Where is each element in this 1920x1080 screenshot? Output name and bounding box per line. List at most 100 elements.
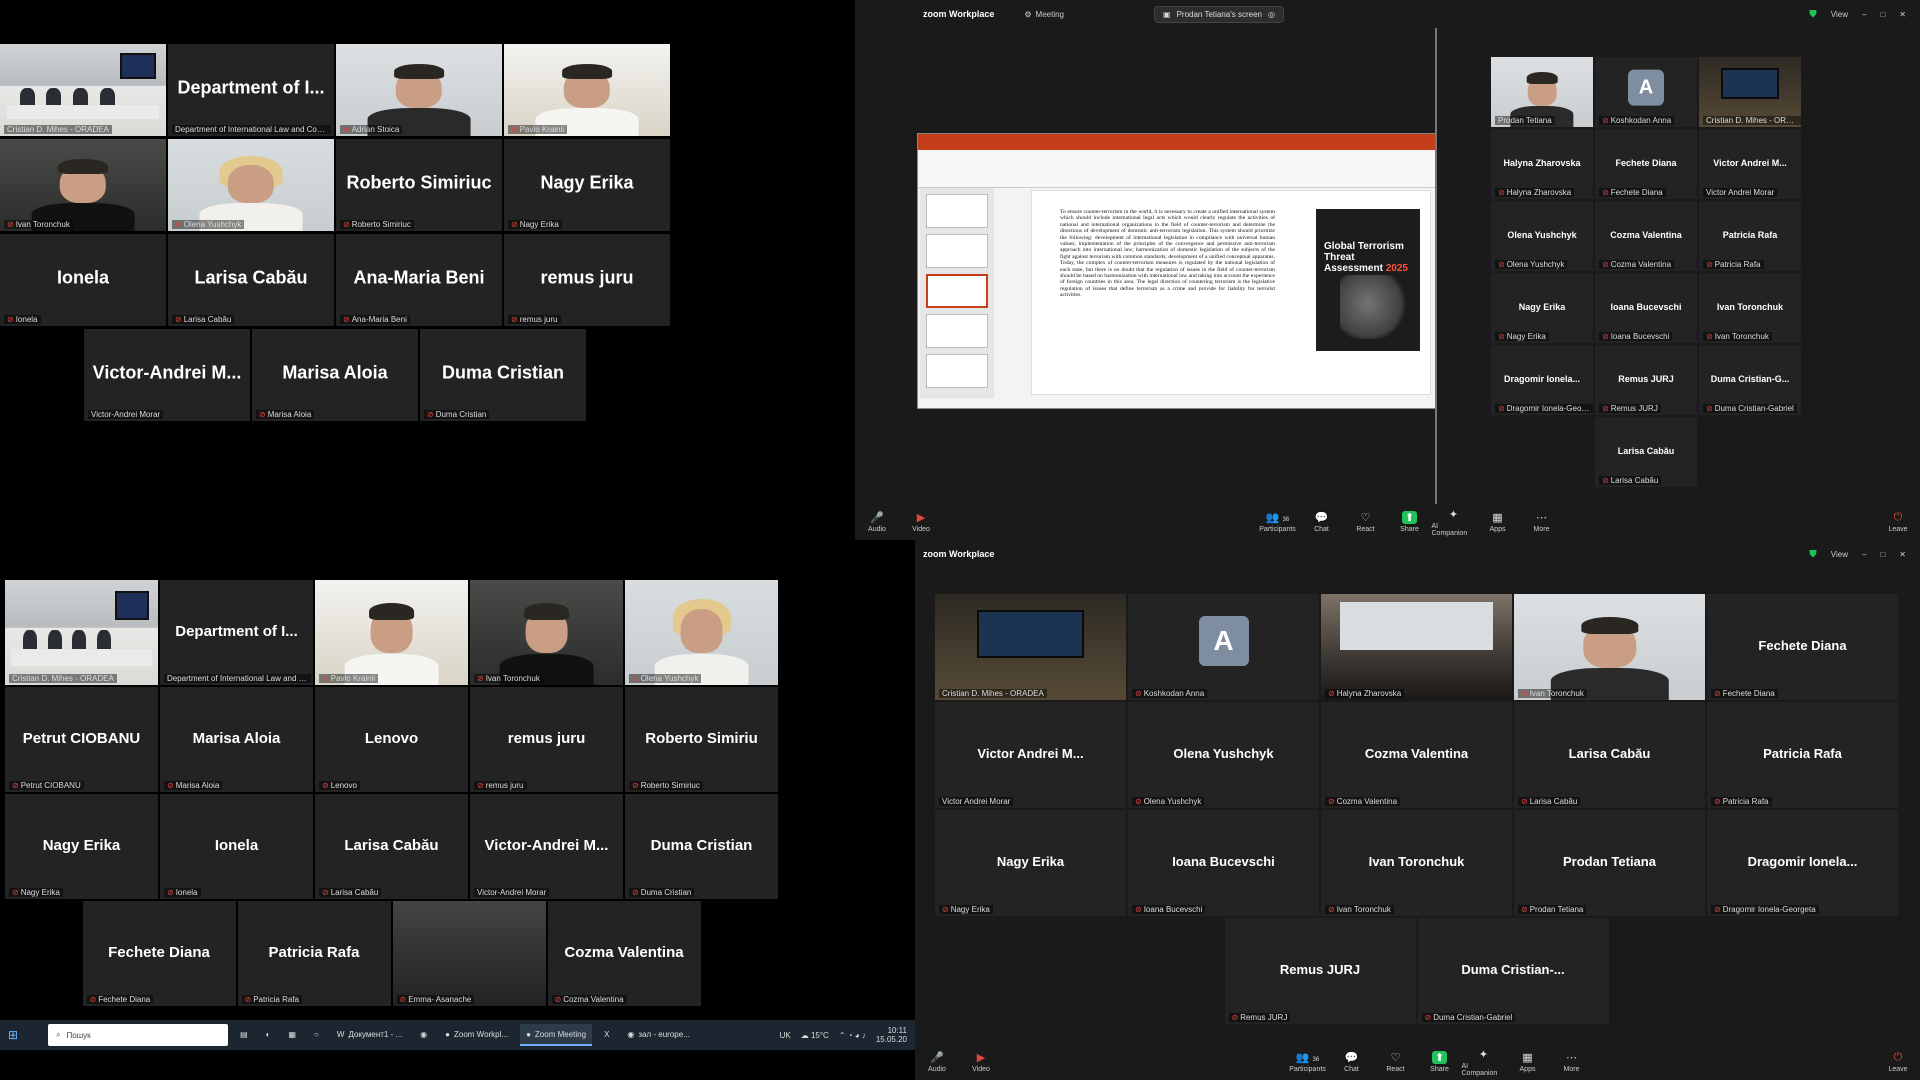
participants-button[interactable]: 👥 36 Participants xyxy=(1256,511,1300,533)
participant-tile[interactable]: Prodan Tetiana ⊘ Prodan Tetiana xyxy=(1514,810,1705,916)
audio-button[interactable]: 🎤 Audio xyxy=(855,511,899,533)
participant-tile[interactable]: Patricia Rafa ⊘ Patricia Rafa xyxy=(1699,201,1801,271)
apps-button[interactable]: ▦ Apps xyxy=(1506,1051,1550,1073)
ai-companion-button[interactable]: ✦ AI Companion xyxy=(1432,508,1476,537)
chat-button[interactable]: 💬 Chat xyxy=(1330,1051,1374,1073)
shield-icon[interactable]: ⛊ xyxy=(1809,549,1817,560)
participant-tile[interactable]: Duma Cristian ⊘ Duma Cristian xyxy=(625,794,778,899)
view-button[interactable]: View xyxy=(1831,10,1848,19)
close-icon[interactable]: ✕ xyxy=(1899,10,1906,19)
participant-tile[interactable]: Larisa Cabău ⊘ Larisa Cabău xyxy=(1595,417,1697,487)
participant-tile[interactable]: Roberto Simiriu ⊘ Roberto Simiriuc xyxy=(625,687,778,792)
screen-share-pill[interactable]: ▣ Prodan Tetiana's screen ◎ xyxy=(1154,5,1284,23)
store-icon[interactable]: ▦ xyxy=(282,1024,302,1046)
participant-tile[interactable]: Duma Cristian ⊘ Duma Cristian xyxy=(420,329,586,421)
participant-tile[interactable]: ⊘ Ivan Toronchuk xyxy=(1514,594,1705,700)
participant-tile[interactable]: Nagy Erika ⊘ Nagy Erika xyxy=(1491,273,1593,343)
meeting-menu[interactable]: ⚙ Meeting xyxy=(1024,10,1064,19)
participant-tile[interactable]: Cozma Valentina ⊘ Cozma Valentina xyxy=(1321,702,1512,808)
participant-tile[interactable]: Remus JURJ ⊘ Remus JURJ xyxy=(1595,345,1697,415)
participant-tile[interactable]: Department of I... Department of Internat… xyxy=(160,580,313,685)
participant-tile[interactable]: Victor Andrei M... Victor Andrei Morar xyxy=(935,702,1126,808)
participant-tile[interactable]: Duma Cristian-... ⊘ Duma Cristian-Gabriel xyxy=(1417,918,1609,1024)
participant-tile[interactable]: ⊘ Halyna Zharovska xyxy=(1321,594,1512,700)
participant-tile[interactable]: Remus JURJ ⊘ Remus JURJ xyxy=(1224,918,1416,1024)
participant-tile[interactable]: Dragomir Ionela... ⊘ Dragomir Ionela-Georg… xyxy=(1491,345,1593,415)
taskbar-app-word[interactable]: W Документ1 - ... xyxy=(331,1024,408,1046)
participant-tile[interactable]: A ⊘ Koshkodan Anna xyxy=(1128,594,1319,700)
language-indicator[interactable]: UK xyxy=(780,1031,791,1040)
maximize-icon[interactable]: □ xyxy=(1880,550,1885,559)
taskbar-app-zoom-meeting[interactable]: ● Zoom Meeting xyxy=(520,1024,593,1046)
participant-tile[interactable]: Ioana Bucevschi ⊘ Ioana Bucevschi xyxy=(1128,810,1319,916)
participant-tile[interactable]: ⊘ Adrian Stoica xyxy=(336,44,502,136)
participant-tile[interactable]: ⊘ Olena Yushchyk xyxy=(168,139,334,231)
more-button[interactable]: ⋯ More xyxy=(1550,1051,1594,1073)
video-button[interactable]: ▶ Video xyxy=(899,511,943,533)
participant-tile[interactable]: Olena Yushchyk ⊘ Olena Yushchyk xyxy=(1491,201,1593,271)
participant-tile[interactable]: Ivan Toronchuk ⊘ Ivan Toronchuk xyxy=(1699,273,1801,343)
participant-tile[interactable]: Roberto Simiriuc ⊘ Roberto Simiriuc xyxy=(336,139,502,231)
shield-icon[interactable]: ⛊ xyxy=(1809,9,1817,20)
chat-button[interactable]: 💬 Chat xyxy=(1300,511,1344,533)
participant-tile[interactable]: Cristian D. Mihes - ORADEA xyxy=(935,594,1126,700)
leave-button[interactable]: ⏻ Leave xyxy=(1876,511,1920,533)
participant-tile[interactable]: Petrut CIOBANU ⊘ Petrut CIOBANU xyxy=(5,687,158,792)
participant-tile[interactable]: ⊘ Pavlo Krainii xyxy=(315,580,468,685)
participant-tile[interactable]: Nagy Erika ⊘ Nagy Erika xyxy=(504,139,670,231)
participant-tile[interactable]: Department of I... Department of Internat… xyxy=(168,44,334,136)
taskbar-app-browser[interactable]: ◉ зал - europe... xyxy=(621,1024,695,1046)
participant-tile[interactable]: Dragomir Ionela... ⊘ Dragomir Ionela-Georg… xyxy=(1707,810,1898,916)
participant-tile[interactable]: Fechete Diana ⊘ Fechete Diana xyxy=(1595,129,1697,199)
participant-tile[interactable]: Marisa Aloia ⊘ Marisa Aloia xyxy=(252,329,418,421)
react-button[interactable]: ♡ React xyxy=(1344,511,1388,533)
taskbar-app-zoom-workplace[interactable]: ● Zoom Workpl... xyxy=(439,1024,514,1046)
participant-tile[interactable]: Victor Andrei M... Victor Andrei Morar xyxy=(1699,129,1801,199)
options-icon[interactable]: ◎ xyxy=(1268,10,1275,19)
participant-tile[interactable]: Prodan Tetiana xyxy=(1491,57,1593,127)
participant-tile[interactable]: Cristian D. Mihes - ORADEA xyxy=(1699,57,1801,127)
participant-tile[interactable]: Larisa Cabău ⊘ Larisa Cabău xyxy=(1514,702,1705,808)
windows-start-icon[interactable]: ⊞ xyxy=(8,1028,18,1042)
participant-tile[interactable]: Duma Cristian-G... ⊘ Duma Cristian-Gabriel xyxy=(1699,345,1801,415)
participant-tile[interactable]: Cozma Valentina ⊘ Cozma Valentina xyxy=(547,901,701,1006)
participant-tile[interactable]: ⊘ Ivan Toronchuk xyxy=(470,580,623,685)
participant-tile[interactable]: A ⊘ Koshkodan Anna xyxy=(1595,57,1697,127)
participant-tile[interactable]: Larisa Cabău ⊘ Larisa Cabău xyxy=(315,794,468,899)
participant-tile[interactable]: ⊘ Ivan Toronchuk xyxy=(0,139,166,231)
participant-tile[interactable]: Lenovo ⊘ Lenovo xyxy=(315,687,468,792)
react-button[interactable]: ♡ React xyxy=(1374,1051,1418,1073)
participant-tile[interactable]: ⊘ Emma- Asanache xyxy=(392,901,546,1006)
participant-tile[interactable]: Victor-Andrei M... Victor-Andrei Morar xyxy=(470,794,623,899)
participant-tile[interactable]: Cristian D. Mihes - ORADEA xyxy=(0,44,166,136)
edge-icon[interactable]: ◐ xyxy=(260,1024,277,1046)
taskbar-search[interactable]: ⌕ Пошук xyxy=(48,1024,229,1046)
participant-tile[interactable]: Marisa Aloia ⊘ Marisa Aloia xyxy=(160,687,313,792)
participant-tile[interactable]: Fechete Diana ⊘ Fechete Diana xyxy=(1707,594,1898,700)
minimize-icon[interactable]: – xyxy=(1862,550,1866,559)
participant-tile[interactable]: remus juru ⊘ remus juru xyxy=(470,687,623,792)
participant-tile[interactable]: Nagy Erika ⊘ Nagy Erika xyxy=(935,810,1126,916)
close-icon[interactable]: ✕ xyxy=(1899,550,1906,559)
participant-tile[interactable]: Larisa Cabău ⊘ Larisa Cabău xyxy=(168,234,334,326)
share-button[interactable]: ⬆ Share xyxy=(1418,1051,1462,1073)
file-explorer-icon[interactable]: ▤ xyxy=(234,1024,254,1046)
participant-tile[interactable]: Patricia Rafa ⊘ Patricia Rafa xyxy=(237,901,391,1006)
ai-companion-button[interactable]: ✦ AI Companion xyxy=(1462,1048,1506,1077)
participant-tile[interactable]: Victor-Andrei M... Victor-Andrei Morar xyxy=(84,329,250,421)
participant-tile[interactable]: ⊘ Pavlo Krainii xyxy=(504,44,670,136)
chrome-icon[interactable]: ◉ xyxy=(414,1024,433,1046)
participant-tile[interactable]: Ionela ⊘ Ionela xyxy=(160,794,313,899)
minimize-icon[interactable]: – xyxy=(1862,10,1866,19)
participant-tile[interactable]: Ioana Bucevschi ⊘ Ioana Bucevschi xyxy=(1595,273,1697,343)
excel-icon[interactable]: X xyxy=(598,1024,615,1046)
tray-icons[interactable]: ⌃ ◔ ◕ ♪ xyxy=(839,1031,866,1040)
share-button[interactable]: ⬆ Share xyxy=(1388,511,1432,533)
participant-tile[interactable]: Patricia Rafa ⊘ Patricia Rafa xyxy=(1707,702,1898,808)
participant-tile[interactable]: Ivan Toronchuk ⊘ Ivan Toronchuk xyxy=(1321,810,1512,916)
system-clock[interactable]: 10:11 15.05.20 xyxy=(876,1026,907,1044)
participant-tile[interactable]: Ana-Maria Beni ⊘ Ana-Maria Beni xyxy=(336,234,502,326)
participant-tile[interactable]: Olena Yushchyk ⊘ Olena Yushchyk xyxy=(1128,702,1319,808)
audio-button[interactable]: 🎤 Audio xyxy=(915,1051,959,1073)
leave-button[interactable]: ⏻ Leave xyxy=(1876,1051,1920,1073)
